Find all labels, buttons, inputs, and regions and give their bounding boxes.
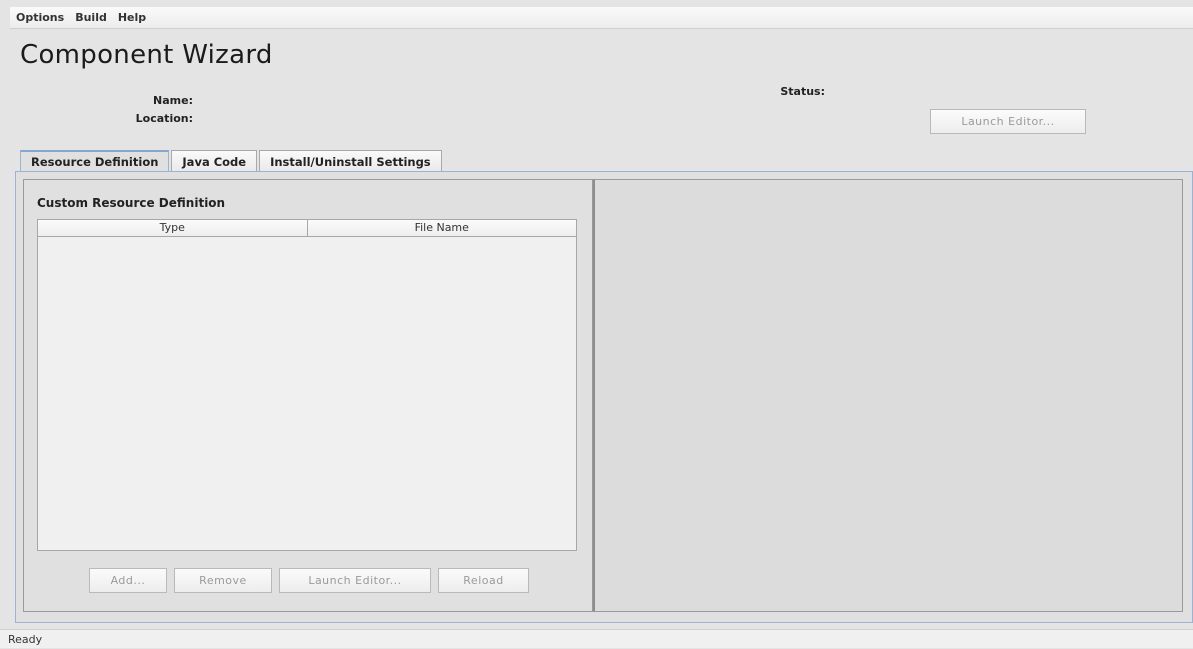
- column-header-type[interactable]: Type: [38, 220, 307, 236]
- resource-definition-pane: Custom Resource Definition Type File Nam…: [23, 179, 593, 612]
- launch-editor-button-top[interactable]: Launch Editor...: [930, 109, 1086, 134]
- menu-help[interactable]: Help: [118, 11, 146, 24]
- page-title: Component Wizard: [20, 40, 273, 70]
- tab-panel: Custom Resource Definition Type File Nam…: [15, 171, 1193, 623]
- name-label: Name:: [153, 94, 193, 107]
- menu-build[interactable]: Build: [75, 11, 107, 24]
- table-header: Type File Name: [38, 220, 576, 237]
- menu-bar: Options Build Help: [10, 7, 1193, 29]
- tab-bar: Resource Definition Java Code Install/Un…: [20, 150, 444, 172]
- status-label: Status:: [780, 85, 825, 98]
- add-button[interactable]: Add...: [89, 568, 167, 593]
- remove-button[interactable]: Remove: [174, 568, 272, 593]
- location-label: Location:: [135, 112, 193, 125]
- detail-pane: [593, 179, 1183, 612]
- section-title: Custom Resource Definition: [37, 196, 226, 210]
- launch-editor-button[interactable]: Launch Editor...: [279, 568, 431, 593]
- status-bar: Ready: [0, 629, 1193, 648]
- tab-resource-definition[interactable]: Resource Definition: [20, 150, 170, 172]
- tab-java-code[interactable]: Java Code: [171, 150, 258, 172]
- resource-table[interactable]: Type File Name: [37, 219, 577, 551]
- column-header-file-name[interactable]: File Name: [306, 220, 577, 236]
- reload-button[interactable]: Reload: [438, 568, 529, 593]
- tab-install-uninstall-settings[interactable]: Install/Uninstall Settings: [259, 150, 442, 172]
- menu-options[interactable]: Options: [16, 11, 64, 24]
